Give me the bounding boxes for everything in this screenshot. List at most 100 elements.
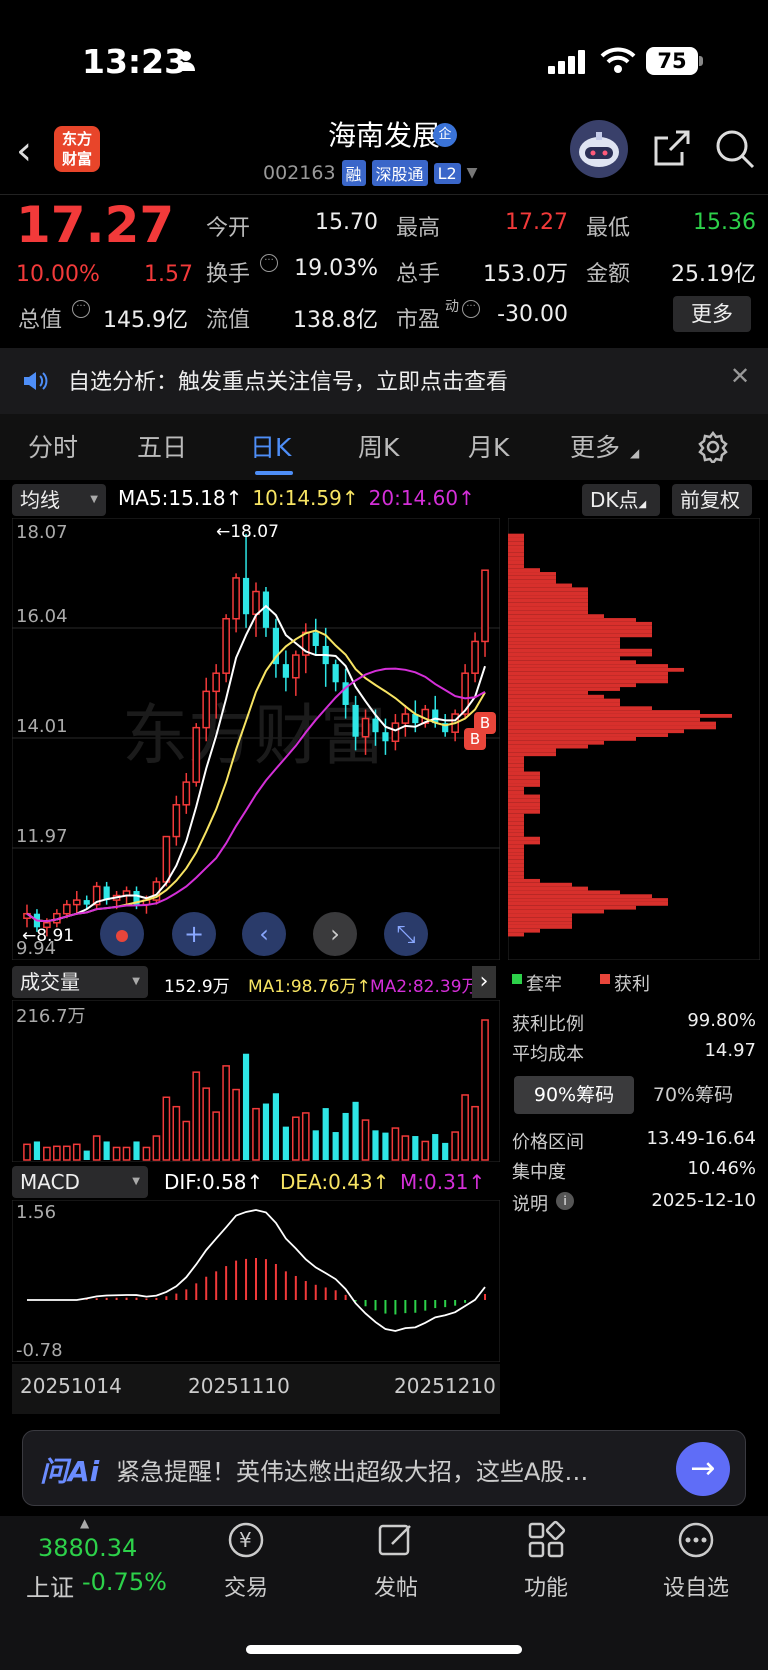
volume-bar (162, 1096, 171, 1161)
candle[interactable] (212, 672, 221, 693)
apps-icon[interactable] (526, 1520, 566, 1560)
candle[interactable] (62, 903, 71, 915)
info-icon[interactable]: ··· (72, 300, 90, 318)
chip-bar (508, 602, 588, 607)
tab-daily-k[interactable]: 日K (250, 428, 291, 464)
chip-bar (508, 572, 556, 576)
draw-tool-button[interactable] (100, 912, 144, 956)
chip-bar (508, 763, 524, 768)
chip-bar (508, 625, 652, 630)
nav-post[interactable]: 发帖 (351, 1570, 441, 1602)
index-change: -0.75% (82, 1568, 167, 1596)
chip-bar (508, 656, 620, 661)
candle[interactable] (382, 732, 389, 742)
volume-bar (301, 1112, 310, 1161)
tab-more[interactable]: 更多 (570, 428, 620, 464)
post-icon[interactable] (376, 1520, 416, 1560)
candle[interactable] (471, 640, 479, 674)
candle[interactable] (372, 718, 379, 733)
candle[interactable] (172, 804, 181, 838)
macd-select[interactable]: MACD ▼ (12, 1166, 148, 1198)
candlestick-chart[interactable]: 东方财富 (12, 518, 500, 960)
volume-indicator-select[interactable]: 成交量 ▼ (12, 966, 148, 998)
notice-text: 自选分析：触发重点关注信号，立即点击查看 (68, 370, 509, 395)
caret-up-icon[interactable]: ▲ (80, 1516, 89, 1530)
arrow-right-icon[interactable]: → (676, 1442, 730, 1496)
candle[interactable] (401, 713, 410, 724)
volume-label: 总手 (396, 262, 441, 287)
high-value: 17.27 (505, 210, 568, 235)
candle[interactable] (291, 654, 300, 679)
info-icon[interactable]: i (556, 1192, 574, 1210)
volume-bar (62, 1145, 71, 1161)
close-icon[interactable]: ✕ (730, 362, 750, 390)
indicator-select[interactable]: 均线 ▼ (12, 484, 106, 516)
chip-bar (508, 671, 668, 676)
chip-bar (508, 533, 524, 538)
chip-bar (508, 767, 524, 772)
dk-point-button[interactable]: DK点◢ (582, 484, 660, 516)
volume-bar (23, 1143, 31, 1161)
zoom-in-button[interactable]: + (172, 912, 216, 956)
profit-ratio-label: 获利比例 (512, 1014, 584, 1035)
status-time: 13:23 (82, 42, 188, 81)
candle[interactable] (72, 899, 81, 906)
tab-chip-70[interactable]: 70%筹码 (634, 1076, 752, 1114)
candle[interactable] (312, 632, 319, 646)
nav-add-watchlist[interactable]: 设自选 (648, 1570, 744, 1602)
nav-trade[interactable]: 交易 (201, 1570, 291, 1602)
candle[interactable] (282, 664, 289, 678)
tab-weekly-k[interactable]: 周K (358, 428, 399, 464)
chevron-down-icon: ▼ (466, 165, 478, 181)
candle[interactable] (83, 900, 90, 905)
candle[interactable] (162, 835, 171, 883)
buy-marker[interactable]: B (464, 728, 486, 750)
chip-bar (508, 825, 524, 830)
candle[interactable] (262, 591, 270, 628)
info-icon[interactable]: ··· (462, 300, 480, 318)
candle[interactable] (242, 577, 250, 615)
index-value[interactable]: 3880.34 (38, 1534, 137, 1562)
candle[interactable] (252, 590, 260, 615)
candle[interactable] (391, 722, 400, 743)
candle[interactable] (192, 726, 201, 783)
tab-monthly-k[interactable]: 月K (468, 428, 509, 464)
volume-bar (222, 1065, 230, 1161)
candle[interactable] (182, 781, 191, 806)
candle[interactable] (481, 569, 489, 643)
min-marker: ←8.91 (22, 926, 75, 946)
turnover-label: 换手 (206, 262, 251, 287)
chip-bar (508, 905, 636, 910)
chip-distribution-chart (508, 518, 760, 960)
nav-functions[interactable]: 功能 (501, 1570, 591, 1602)
adjust-button[interactable]: 前复权 (672, 484, 752, 516)
candle[interactable] (352, 704, 359, 737)
tab-chip-90[interactable]: 90%筹码 (514, 1076, 634, 1114)
candle[interactable] (202, 690, 211, 729)
macd-m: M:0.31↑ (400, 1170, 486, 1194)
candle[interactable] (332, 664, 339, 683)
search-icon[interactable] (714, 128, 756, 170)
chip-bar (508, 606, 588, 611)
trade-icon[interactable]: ¥ (226, 1520, 266, 1560)
share-icon[interactable] (652, 128, 692, 168)
more-dots-icon[interactable] (676, 1520, 716, 1560)
fullscreen-icon[interactable]: ⤡ (384, 912, 428, 956)
chip-bar (508, 913, 572, 918)
stock-code-line[interactable]: 002163 融 深股通 L2 ▼ (263, 160, 477, 186)
pan-left-button[interactable]: ‹ (242, 912, 286, 956)
candle[interactable] (361, 717, 370, 738)
chip-bar (508, 875, 524, 879)
chevron-right-icon[interactable]: › (472, 966, 496, 998)
info-icon[interactable]: ··· (260, 254, 278, 272)
robot-assistant-icon[interactable] (570, 120, 628, 178)
candle[interactable] (232, 577, 240, 620)
volume-bar (112, 1146, 121, 1161)
gear-icon[interactable] (697, 431, 729, 463)
candle[interactable] (222, 618, 230, 674)
tab-intraday[interactable]: 分时 (28, 428, 78, 464)
more-button[interactable]: 更多 (673, 296, 751, 332)
chip-bar (508, 744, 588, 749)
tab-five-day[interactable]: 五日 (137, 428, 187, 464)
pan-right-button[interactable]: › (313, 912, 357, 956)
